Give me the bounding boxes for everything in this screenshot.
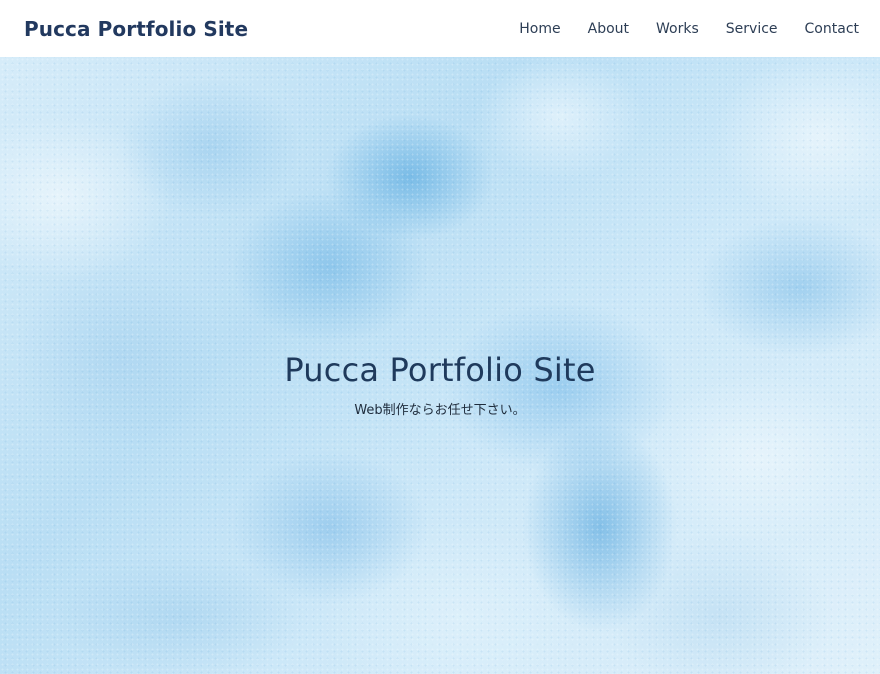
hero-section: Pucca Portfolio Site Web制作ならお任せ下さい。: [0, 57, 880, 674]
nav-item-works[interactable]: Works: [656, 21, 699, 37]
site-header: Pucca Portfolio Site Home About Works Se…: [0, 0, 880, 57]
hero-content: Pucca Portfolio Site Web制作ならお任せ下さい。: [0, 351, 880, 418]
main-nav: Home About Works Service Contact: [492, 21, 859, 37]
hero-title: Pucca Portfolio Site: [284, 351, 596, 389]
nav-item-service[interactable]: Service: [726, 21, 778, 37]
nav-item-home[interactable]: Home: [519, 21, 560, 37]
nav-item-contact[interactable]: Contact: [805, 21, 859, 37]
hero-subtitle: Web制作ならお任せ下さい。: [354, 403, 526, 418]
site-logo[interactable]: Pucca Portfolio Site: [24, 17, 248, 41]
nav-item-about[interactable]: About: [588, 21, 629, 37]
